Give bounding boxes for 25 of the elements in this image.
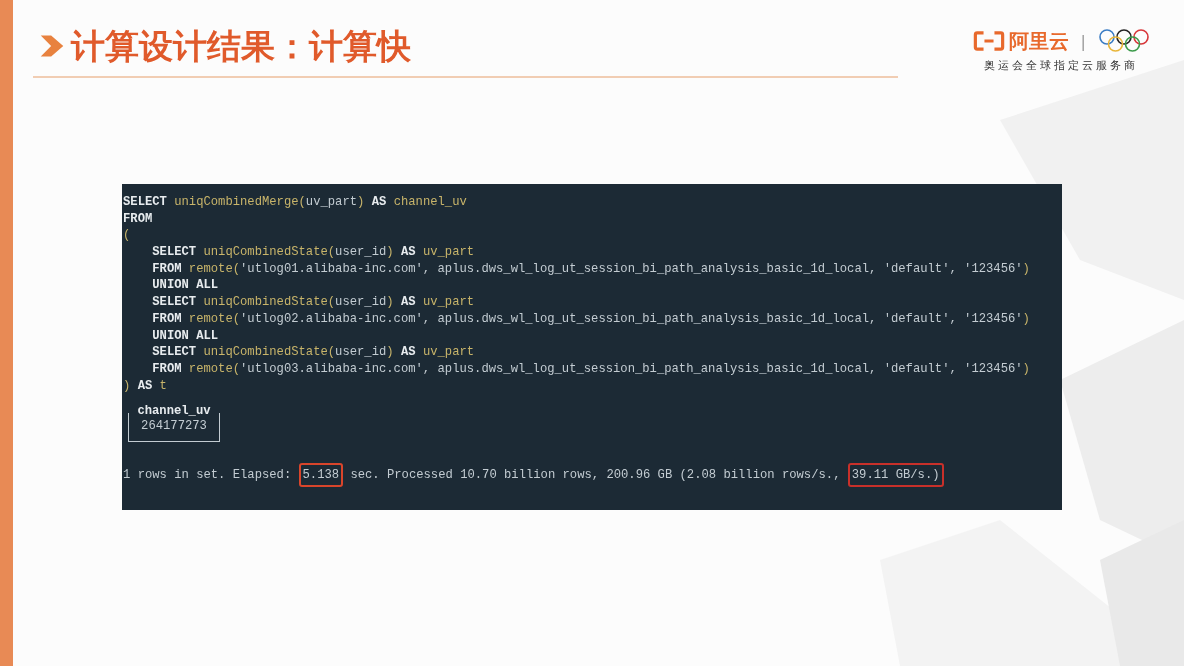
status-text: 1 rows in set. Elapsed: bbox=[123, 467, 293, 485]
highlighted-value: 39.11 GB/s.) bbox=[847, 463, 944, 488]
code-line: UNION ALL bbox=[151, 327, 220, 345]
logo-separator: | bbox=[1080, 31, 1086, 51]
code-line: UNION ALL bbox=[151, 277, 220, 295]
slide-title: 计算设计结果：计算快 bbox=[71, 25, 411, 68]
status-text: sec. Processed 10.70 billion rows, 200.96 GB (2.08 billion rows/s., bbox=[349, 467, 842, 485]
code-line: SELECT uniqCombinedState(user_id) AS uv_part bbox=[151, 294, 476, 311]
rings-icon bbox=[1098, 28, 1150, 54]
code-line: ) AS t bbox=[123, 377, 168, 395]
brand-name: 阿里云 bbox=[1008, 30, 1069, 52]
chevron-icon bbox=[39, 33, 65, 59]
bracket-logo-icon bbox=[972, 31, 1005, 51]
code-line: FROM remote('utlog03.alibaba-inc.com', aplus.dws_wl_log_ut_session_bi_path_analysis_basic_1d_local, 'default', '123456') bbox=[151, 360, 1031, 378]
code-line: SELECT uniqCombinedState(user_id) AS uv_part bbox=[151, 344, 476, 361]
result-value: 264177273 bbox=[141, 419, 207, 434]
code-line: ( bbox=[123, 227, 132, 245]
column-header: channel_uv bbox=[136, 404, 212, 419]
code-line: FROM remote('utlog02.alibaba-inc.com', aplus.dws_wl_log_ut_session_bi_path_analysis_basic_1d_local, 'default', '123456') bbox=[151, 310, 1031, 328]
logo-tagline: 奥运会全球指定云服务商 bbox=[984, 58, 1139, 73]
code-line: SELECT uniqCombinedState(user_id) AS uv_part bbox=[151, 244, 476, 261]
code-line: SELECT uniqCombinedMerge(uv_part) AS channel_uv bbox=[123, 194, 468, 211]
highlighted-value: 5.138 bbox=[298, 463, 344, 488]
code-line: FROM bbox=[123, 210, 154, 228]
code-line: FROM remote('utlog01.alibaba-inc.com', aplus.dws_wl_log_ut_session_bi_path_analysis_basic_1d_local, 'default', '123456') bbox=[151, 260, 1031, 278]
